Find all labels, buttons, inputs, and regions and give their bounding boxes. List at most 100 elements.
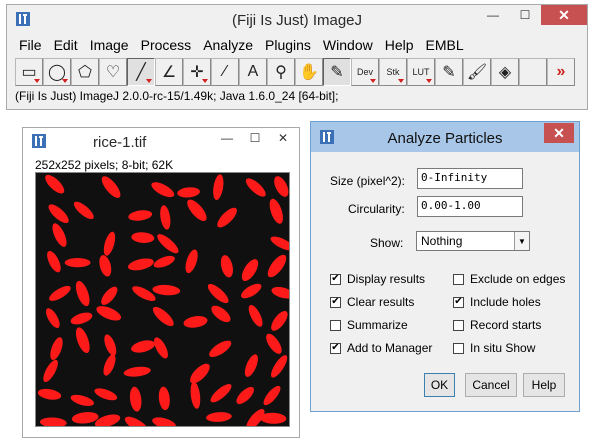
rice-grain bbox=[236, 386, 254, 405]
rice-grain bbox=[153, 255, 175, 268]
include-holes-option[interactable]: ✔ Include holes bbox=[453, 295, 541, 309]
scroll-tool[interactable]: ✋ bbox=[295, 58, 323, 86]
add-to-manager-checkbox[interactable]: ✔ bbox=[330, 342, 341, 354]
menu-help[interactable]: Help bbox=[379, 34, 420, 56]
show-select-value: Nothing bbox=[421, 234, 463, 248]
add-to-manager-option[interactable]: ✔ Add to Manager bbox=[330, 341, 432, 355]
rectangle-tool[interactable]: ▭ bbox=[15, 58, 43, 86]
mores-icon: » bbox=[556, 63, 566, 80]
menu-indicator-icon bbox=[398, 79, 404, 83]
color-picker-tool[interactable]: ✎ bbox=[323, 58, 351, 86]
include-holes-checkbox[interactable]: ✔ bbox=[453, 296, 464, 308]
show-label: Show: bbox=[370, 236, 404, 250]
rice-grain bbox=[124, 416, 149, 426]
pencil-tool[interactable]: ✎ bbox=[435, 58, 463, 86]
rice-grain bbox=[217, 207, 237, 228]
chevron-down-icon[interactable]: ▼ bbox=[514, 232, 529, 250]
rice-grain bbox=[213, 174, 224, 201]
summarize-checkbox[interactable] bbox=[330, 319, 341, 331]
rice-grain bbox=[245, 178, 266, 197]
point-tool[interactable]: ✛ bbox=[183, 58, 211, 86]
help-button[interactable]: Help bbox=[523, 373, 565, 397]
show-select[interactable]: Nothing ▼ bbox=[416, 231, 530, 251]
rice-grain bbox=[64, 258, 91, 268]
flood-fill-tool[interactable]: ◈ bbox=[491, 58, 519, 86]
rice-grain bbox=[96, 306, 122, 321]
freehand-tool[interactable]: ♡ bbox=[99, 58, 127, 86]
rice-grain bbox=[48, 204, 69, 224]
ok-button[interactable]: OK bbox=[424, 373, 455, 397]
rice-grain bbox=[75, 280, 90, 307]
flood-fill-icon: ◈ bbox=[498, 64, 512, 81]
line-tool[interactable]: ╱ bbox=[127, 58, 155, 86]
maximize-button[interactable]: ☐ bbox=[511, 5, 539, 25]
rice-grain bbox=[94, 388, 118, 401]
display-results-label: Display results bbox=[347, 272, 426, 286]
menubar: File Edit Image Process Analyze Plugins … bbox=[13, 34, 470, 56]
circularity-label: Circularity: bbox=[348, 202, 405, 216]
more-tools-button[interactable]: » bbox=[547, 58, 575, 86]
exclude-on-edges-option[interactable]: Exclude on edges bbox=[453, 272, 565, 286]
dialog-title: Analyze Particles bbox=[387, 130, 503, 147]
menu-image[interactable]: Image bbox=[84, 34, 135, 56]
rice-grain bbox=[101, 286, 118, 305]
polygon-tool[interactable]: ⬠ bbox=[71, 58, 99, 86]
rice-grain bbox=[39, 417, 67, 426]
rice-grain bbox=[241, 283, 262, 299]
lut-menu-tool[interactable]: LUT bbox=[407, 58, 435, 86]
text-tool[interactable]: A bbox=[239, 58, 267, 86]
rice-grain bbox=[206, 412, 232, 422]
rice-grain bbox=[267, 254, 287, 278]
clear-results-option[interactable]: ✔ Clear results bbox=[330, 295, 414, 309]
cancel-button[interactable]: Cancel bbox=[465, 373, 517, 397]
minimize-button[interactable]: — bbox=[213, 128, 241, 148]
minimize-button[interactable]: — bbox=[479, 5, 507, 25]
size-input[interactable]: 0-Infinity bbox=[417, 168, 523, 189]
menu-plugins[interactable]: Plugins bbox=[259, 34, 317, 56]
record-starts-checkbox[interactable] bbox=[453, 319, 464, 331]
maximize-button[interactable]: ☐ bbox=[241, 128, 269, 148]
angle-tool[interactable]: ∠ bbox=[155, 58, 183, 86]
circularity-input[interactable]: 0.00-1.00 bbox=[417, 196, 523, 217]
rice-grain bbox=[71, 412, 99, 424]
close-button[interactable]: ✕ bbox=[544, 123, 574, 143]
empty-tool[interactable] bbox=[519, 58, 547, 86]
image-window: rice-1.tif — ☐ ✕ 252x252 pixels; 8-bit; … bbox=[22, 127, 300, 438]
menu-window[interactable]: Window bbox=[317, 34, 379, 56]
in-situ-show-checkbox[interactable] bbox=[453, 342, 464, 354]
menu-edit[interactable]: Edit bbox=[48, 34, 84, 56]
dialog-titlebar[interactable]: Analyze Particles ✕ bbox=[311, 122, 579, 152]
exclude-on-edges-checkbox[interactable] bbox=[453, 273, 464, 285]
rice-grain bbox=[131, 340, 156, 353]
rice-grain bbox=[37, 388, 62, 400]
close-button[interactable]: ✕ bbox=[269, 128, 297, 148]
menu-file[interactable]: File bbox=[13, 34, 48, 56]
menu-process[interactable]: Process bbox=[135, 34, 198, 56]
dev-menu-tool[interactable]: Dev bbox=[351, 58, 379, 86]
clear-results-checkbox[interactable]: ✔ bbox=[330, 296, 341, 308]
oval-tool[interactable]: ◯ bbox=[43, 58, 71, 86]
close-button[interactable]: ✕ bbox=[541, 5, 587, 25]
brush-tool[interactable]: 🖌 bbox=[463, 58, 491, 86]
display-results-option[interactable]: ✔ Display results bbox=[330, 272, 425, 286]
rice-grain bbox=[129, 386, 142, 412]
summarize-option[interactable]: Summarize bbox=[330, 318, 408, 332]
wand-tool[interactable]: ⁄ bbox=[211, 58, 239, 86]
rice-grain bbox=[210, 384, 232, 403]
main-titlebar[interactable]: (Fiji Is Just) ImageJ — ☐ ✕ bbox=[7, 5, 587, 34]
display-results-checkbox[interactable]: ✔ bbox=[330, 273, 341, 285]
menu-embl[interactable]: EMBL bbox=[420, 34, 470, 56]
rice-grain bbox=[127, 258, 154, 271]
rice-grain bbox=[73, 201, 94, 220]
image-titlebar[interactable]: rice-1.tif — ☐ ✕ bbox=[23, 128, 299, 154]
toolbar: ▭ ◯ ⬠ ♡ ╱ ∠ ✛ ⁄ A ⚲ ✋ ✎ Dev Stk LUT ✎ 🖌 ◈ » bbox=[15, 58, 575, 86]
in-situ-show-option[interactable]: In situ Show bbox=[453, 341, 535, 355]
record-starts-option[interactable]: Record starts bbox=[453, 318, 541, 332]
stk-menu-tool[interactable]: Stk bbox=[379, 58, 407, 86]
menu-analyze[interactable]: Analyze bbox=[197, 34, 259, 56]
rice-grain bbox=[94, 414, 121, 426]
menu-indicator-icon bbox=[34, 79, 40, 83]
magnifier-tool[interactable]: ⚲ bbox=[267, 58, 295, 86]
rice-grain bbox=[128, 210, 153, 221]
image-canvas[interactable] bbox=[35, 172, 290, 427]
